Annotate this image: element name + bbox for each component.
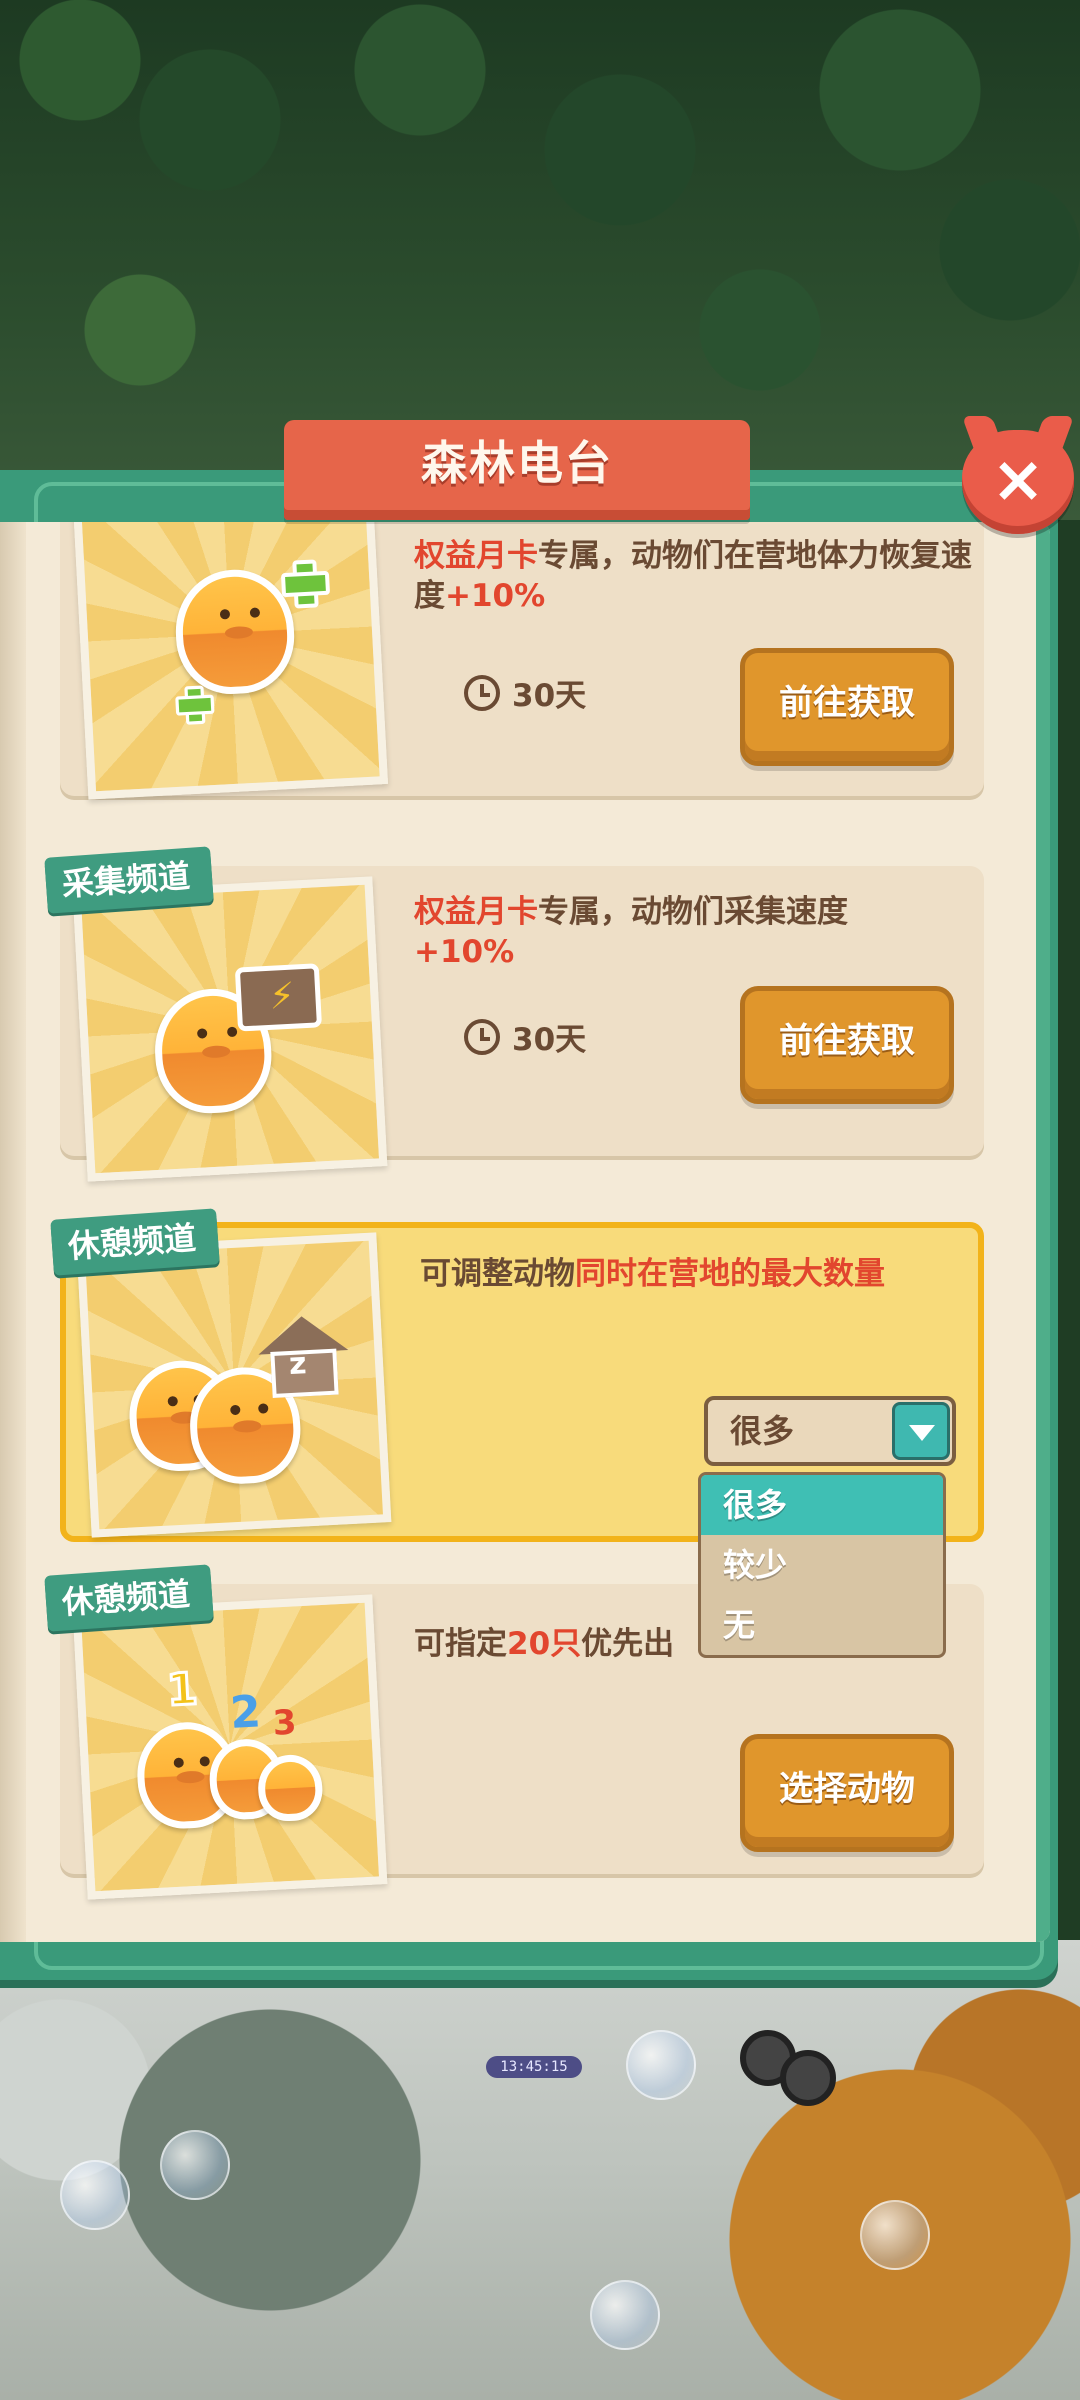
duration-label: 30天: [464, 670, 586, 715]
capacity-dropdown[interactable]: 很多: [704, 1396, 956, 1466]
card-description: 权益月卡专属，动物们采集速度 +10%: [414, 894, 848, 970]
capacity-dropdown-menu: 很多 较少 无: [698, 1472, 946, 1658]
go-obtain-button[interactable]: 前往获取: [740, 648, 954, 766]
close-button[interactable]: ×: [962, 430, 1074, 534]
dropdown-option[interactable]: 较少: [701, 1535, 943, 1595]
duration-label: 30天: [464, 1014, 586, 1059]
dropdown-option[interactable]: 无: [701, 1595, 943, 1655]
lightning-sign-icon: ⚡: [234, 963, 323, 1032]
rank-3-icon: 3: [271, 1702, 298, 1744]
timer-text: 13:45:15: [500, 2059, 568, 2075]
rank-2-icon: 2: [228, 1686, 263, 1739]
building-timer: 13:45:15: [486, 2056, 582, 2078]
page-title: 森林电台: [421, 436, 613, 490]
go-obtain-button[interactable]: 前往获取: [740, 986, 954, 1104]
card-thumbnail: z: [76, 1232, 392, 1538]
panel-edge: [1036, 522, 1050, 1942]
bubble-icon[interactable]: [860, 2200, 930, 2270]
card-thumbnail: ⚡: [72, 876, 388, 1182]
rank-1-icon: 1: [164, 1662, 200, 1718]
channel-tag: 采集频道: [44, 846, 214, 914]
bubble-icon[interactable]: [626, 2030, 696, 2100]
panel-page: 权益月卡专属，动物们在营地体力恢复速度+10% 30天 前往获取 ⚡ 采集频道 …: [0, 522, 1050, 1942]
book-spine: [0, 522, 26, 1942]
house-icon: z: [256, 1314, 351, 1399]
clock-icon: [464, 1018, 500, 1055]
dropdown-value: 很多: [730, 1412, 795, 1450]
card-thumbnail: 1 2 3: [72, 1594, 388, 1900]
plus-icon: [175, 685, 209, 719]
bubble-icon[interactable]: [160, 2130, 230, 2200]
channel-card-stamina: 权益月卡专属，动物们在营地体力恢复速度+10% 30天 前往获取: [60, 522, 984, 800]
title-ribbon: 森林电台: [284, 420, 768, 520]
close-icon: ×: [991, 443, 1045, 517]
chick-icon: [256, 1753, 324, 1823]
bubble-icon[interactable]: [60, 2160, 130, 2230]
dropdown-option[interactable]: 很多: [701, 1475, 943, 1535]
card-thumbnail: [71, 522, 389, 800]
plus-icon: [280, 559, 322, 601]
channel-tag: 休憩频道: [50, 1208, 220, 1276]
card-description: 权益月卡专属，动物们在营地体力恢复速度+10%: [414, 538, 972, 614]
chevron-down-icon[interactable]: [892, 1402, 950, 1460]
channel-card-gathering: ⚡ 采集频道 权益月卡专属，动物们采集速度 +10% 30天 前往获取: [44, 846, 984, 1182]
chick-icon: [172, 566, 298, 697]
channel-tag: 休憩频道: [44, 1564, 214, 1632]
bubble-icon[interactable]: [590, 2280, 660, 2350]
card-description: 可调整动物同时在营地的最大数量: [420, 1256, 885, 1292]
clock-icon: [464, 674, 500, 711]
film-projector-icon[interactable]: [740, 2030, 840, 2120]
select-animal-button[interactable]: 选择动物: [740, 1734, 954, 1852]
